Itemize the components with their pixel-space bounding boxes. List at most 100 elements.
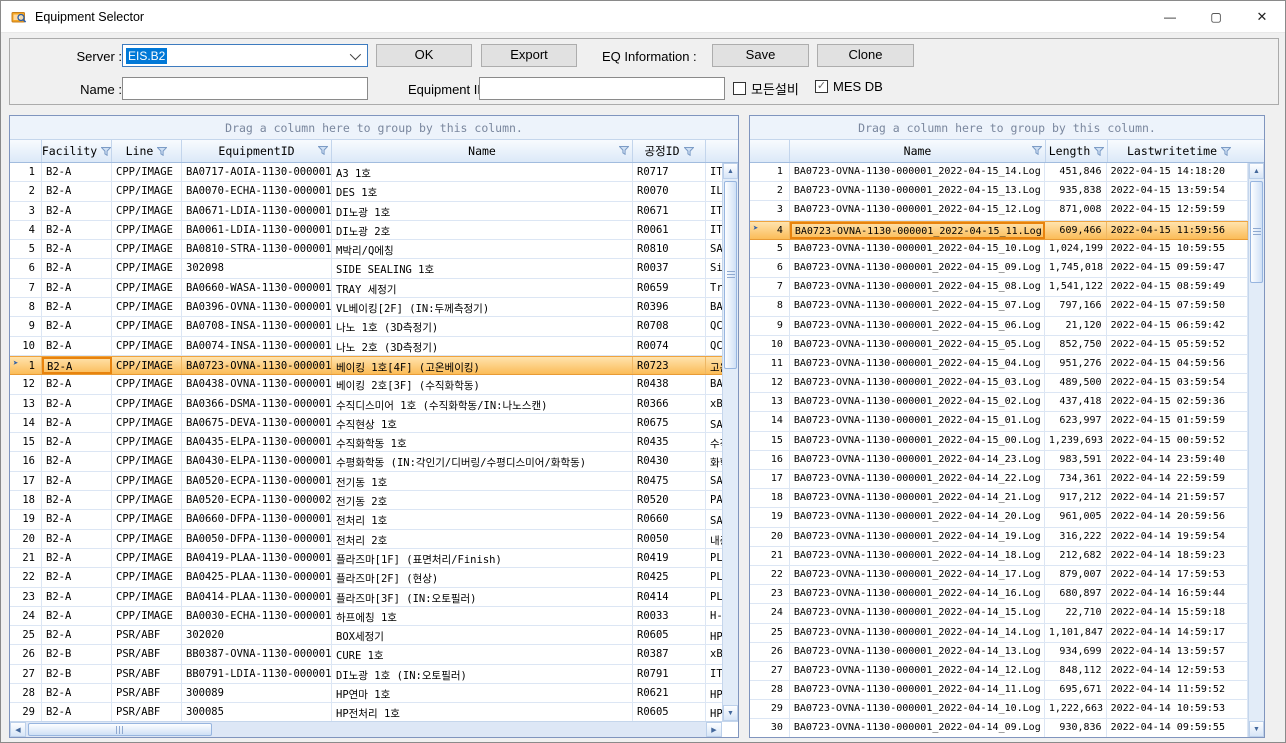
left-horizontal-scrollbar[interactable]: ◀ ▶ [10,721,738,737]
table-row[interactable]: 16B2-ACPP/IMAGEBA0430-ELPA-1130-000001수평… [10,452,722,471]
scroll-up-icon[interactable]: ▲ [1249,163,1264,179]
table-row[interactable]: 5BA0723-OVNA-1130-000001_2022-04-15_10.L… [750,240,1248,259]
all-equipment-checkbox[interactable]: 모든설비 [733,79,799,98]
server-combo[interactable]: EIS.B2 [122,44,368,67]
filter-icon[interactable] [318,146,328,155]
table-row[interactable]: 21B2-ACPP/IMAGEBA0419-PLAA-1130-000001플라… [10,549,722,568]
table-row[interactable]: 7B2-ACPP/IMAGEBA0660-WASA-1130-000001TRA… [10,279,722,298]
table-row[interactable]: 4B2-ACPP/IMAGEBA0061-LDIA-1130-000001DI노… [10,221,722,240]
scroll-track[interactable] [1249,179,1264,721]
table-row[interactable]: 15B2-ACPP/IMAGEBA0435-ELPA-1130-000001수직… [10,433,722,452]
export-button[interactable]: Export [481,44,577,67]
table-row[interactable]: 15BA0723-OVNA-1130-000001_2022-04-15_00.… [750,432,1248,451]
col-header-line[interactable]: Line [112,140,182,162]
table-row[interactable]: ➤1B2-ACPP/IMAGEBA0723-OVNA-1130-000001베이… [10,356,722,375]
table-row[interactable]: 11BA0723-OVNA-1130-000001_2022-04-15_04.… [750,355,1248,374]
maximize-button[interactable]: ▢ [1193,1,1239,32]
table-row[interactable]: 9B2-ACPP/IMAGEBA0708-INSA-1130-000001나노 … [10,317,722,336]
save-button[interactable]: Save [712,44,809,67]
col-header-length[interactable]: Length [1046,140,1108,162]
scroll-track[interactable] [26,722,706,737]
checkbox-icon[interactable] [733,82,746,95]
col-header-facility[interactable]: Facility [42,140,112,162]
col-header-name[interactable]: Name [790,140,1046,162]
ok-button[interactable]: OK [376,44,472,67]
table-row[interactable]: 6B2-ACPP/IMAGE302098SIDE SEALING 1호R0037… [10,259,722,278]
table-row[interactable]: 22B2-ACPP/IMAGEBA0425-PLAA-1130-000001플라… [10,568,722,587]
col-header-extra[interactable] [706,140,738,162]
table-row[interactable]: 27B2-BPSR/ABFBB0791-LDIA-1130-000001DI노광… [10,665,722,684]
table-row[interactable]: 2BA0723-OVNA-1130-000001_2022-04-15_13.L… [750,182,1248,201]
group-by-panel[interactable]: Drag a column here to group by this colu… [10,116,738,140]
checkbox-icon[interactable]: ✓ [815,80,828,93]
scroll-right-icon[interactable]: ▶ [706,722,722,737]
table-row[interactable]: 13BA0723-OVNA-1130-000001_2022-04-15_02.… [750,393,1248,412]
table-row[interactable]: 12BA0723-OVNA-1130-000001_2022-04-15_03.… [750,374,1248,393]
table-row[interactable]: 18B2-ACPP/IMAGEBA0520-ECPA-1130-000002전기… [10,491,722,510]
table-row[interactable]: 19BA0723-OVNA-1130-000001_2022-04-14_20.… [750,508,1248,527]
table-row[interactable]: 2B2-ACPP/IMAGEBA0070-ECHA-1130-000001DES… [10,182,722,201]
table-row[interactable]: 22BA0723-OVNA-1130-000001_2022-04-14_17.… [750,566,1248,585]
table-row[interactable]: 8BA0723-OVNA-1130-000001_2022-04-15_07.L… [750,297,1248,316]
table-row[interactable]: 16BA0723-OVNA-1130-000001_2022-04-14_23.… [750,451,1248,470]
left-vertical-scrollbar[interactable]: ▲ ▼ [722,163,738,721]
scroll-track[interactable] [723,179,738,705]
scroll-thumb[interactable] [28,723,212,736]
table-row[interactable]: 17BA0723-OVNA-1130-000001_2022-04-14_22.… [750,470,1248,489]
table-row[interactable]: 24BA0723-OVNA-1130-000001_2022-04-14_15.… [750,604,1248,623]
table-row[interactable]: 21BA0723-OVNA-1130-000001_2022-04-14_18.… [750,547,1248,566]
table-row[interactable]: 26B2-BPSR/ABFBB0387-OVNA-1130-000001CURE… [10,645,722,664]
col-header-process-id[interactable]: 공정ID [633,140,706,162]
col-header-name[interactable]: Name [332,140,633,162]
table-row[interactable]: 19B2-ACPP/IMAGEBA0660-DFPA-1130-000001전처… [10,510,722,529]
clone-button[interactable]: Clone [817,44,914,67]
table-row[interactable]: 12B2-ACPP/IMAGEBA0438-OVNA-1130-000001베이… [10,375,722,394]
scroll-left-icon[interactable]: ◀ [10,722,26,737]
scroll-thumb[interactable] [724,181,737,369]
equipment-id-input[interactable] [479,77,725,100]
table-row[interactable]: 29B2-APSR/ABF300085HP전처리 1호R0605HP전 [10,703,722,721]
filter-icon[interactable] [157,147,167,156]
table-row[interactable]: 27BA0723-OVNA-1130-000001_2022-04-14_12.… [750,662,1248,681]
table-row[interactable]: 20B2-ACPP/IMAGEBA0050-DFPA-1130-000001전처… [10,530,722,549]
table-row[interactable]: 7BA0723-OVNA-1130-000001_2022-04-15_08.L… [750,278,1248,297]
table-row[interactable]: 20BA0723-OVNA-1130-000001_2022-04-14_19.… [750,528,1248,547]
chevron-down-icon[interactable] [350,48,361,59]
table-row[interactable]: 28B2-APSR/ABF300089HP연마 1호R0621HP 연 [10,684,722,703]
scroll-up-icon[interactable]: ▲ [723,163,738,179]
filter-icon[interactable] [101,147,111,156]
table-row[interactable]: 18BA0723-OVNA-1130-000001_2022-04-14_21.… [750,489,1248,508]
table-row[interactable]: ➤4BA0723-OVNA-1130-000001_2022-04-15_11.… [750,221,1248,240]
table-row[interactable]: 10BA0723-OVNA-1130-000001_2022-04-15_05.… [750,336,1248,355]
scroll-down-icon[interactable]: ▼ [723,705,738,721]
table-row[interactable]: 1BA0723-OVNA-1130-000001_2022-04-15_14.L… [750,163,1248,182]
close-button[interactable]: ✕ [1239,1,1285,32]
table-row[interactable]: 23B2-ACPP/IMAGEBA0414-PLAA-1130-000001플라… [10,588,722,607]
scroll-down-icon[interactable]: ▼ [1249,721,1264,737]
table-row[interactable]: 26BA0723-OVNA-1130-000001_2022-04-14_13.… [750,643,1248,662]
name-input[interactable] [122,77,368,100]
table-row[interactable]: 14BA0723-OVNA-1130-000001_2022-04-15_01.… [750,412,1248,431]
table-row[interactable]: 17B2-ACPP/IMAGEBA0520-ECPA-1130-000001전기… [10,472,722,491]
scroll-thumb[interactable] [1250,181,1263,283]
filter-icon[interactable] [1032,146,1042,155]
table-row[interactable]: 3BA0723-OVNA-1130-000001_2022-04-15_12.L… [750,201,1248,220]
minimize-button[interactable]: — [1147,1,1193,32]
table-row[interactable]: 6BA0723-OVNA-1130-000001_2022-04-15_09.L… [750,259,1248,278]
table-row[interactable]: 8B2-ACPP/IMAGEBA0396-OVNA-1130-000001VL베… [10,298,722,317]
right-vertical-scrollbar[interactable]: ▲ ▼ [1248,163,1264,737]
table-row[interactable]: 14B2-ACPP/IMAGEBA0675-DEVA-1130-000001수직… [10,414,722,433]
table-row[interactable]: 28BA0723-OVNA-1130-000001_2022-04-14_11.… [750,681,1248,700]
table-row[interactable]: 23BA0723-OVNA-1130-000001_2022-04-14_16.… [750,585,1248,604]
group-by-panel[interactable]: Drag a column here to group by this colu… [750,116,1264,140]
table-row[interactable]: 10B2-ACPP/IMAGEBA0074-INSA-1130-000001나노… [10,337,722,356]
col-header-lastwritetime[interactable]: Lastwritetime [1108,140,1250,162]
table-row[interactable]: 5B2-ACPP/IMAGEBA0810-STRA-1130-000001M박리… [10,240,722,259]
table-row[interactable]: 30BA0723-OVNA-1130-000001_2022-04-14_09.… [750,719,1248,737]
table-row[interactable]: 3B2-ACPP/IMAGEBA0671-LDIA-1130-000001DI노… [10,202,722,221]
filter-icon[interactable] [684,147,694,156]
table-row[interactable]: 25BA0723-OVNA-1130-000001_2022-04-14_14.… [750,624,1248,643]
mes-db-checkbox[interactable]: ✓ MES DB [815,79,883,94]
table-row[interactable]: 29BA0723-OVNA-1130-000001_2022-04-14_10.… [750,700,1248,719]
table-row[interactable]: 13B2-ACPP/IMAGEBA0366-DSMA-1130-000001수직… [10,395,722,414]
